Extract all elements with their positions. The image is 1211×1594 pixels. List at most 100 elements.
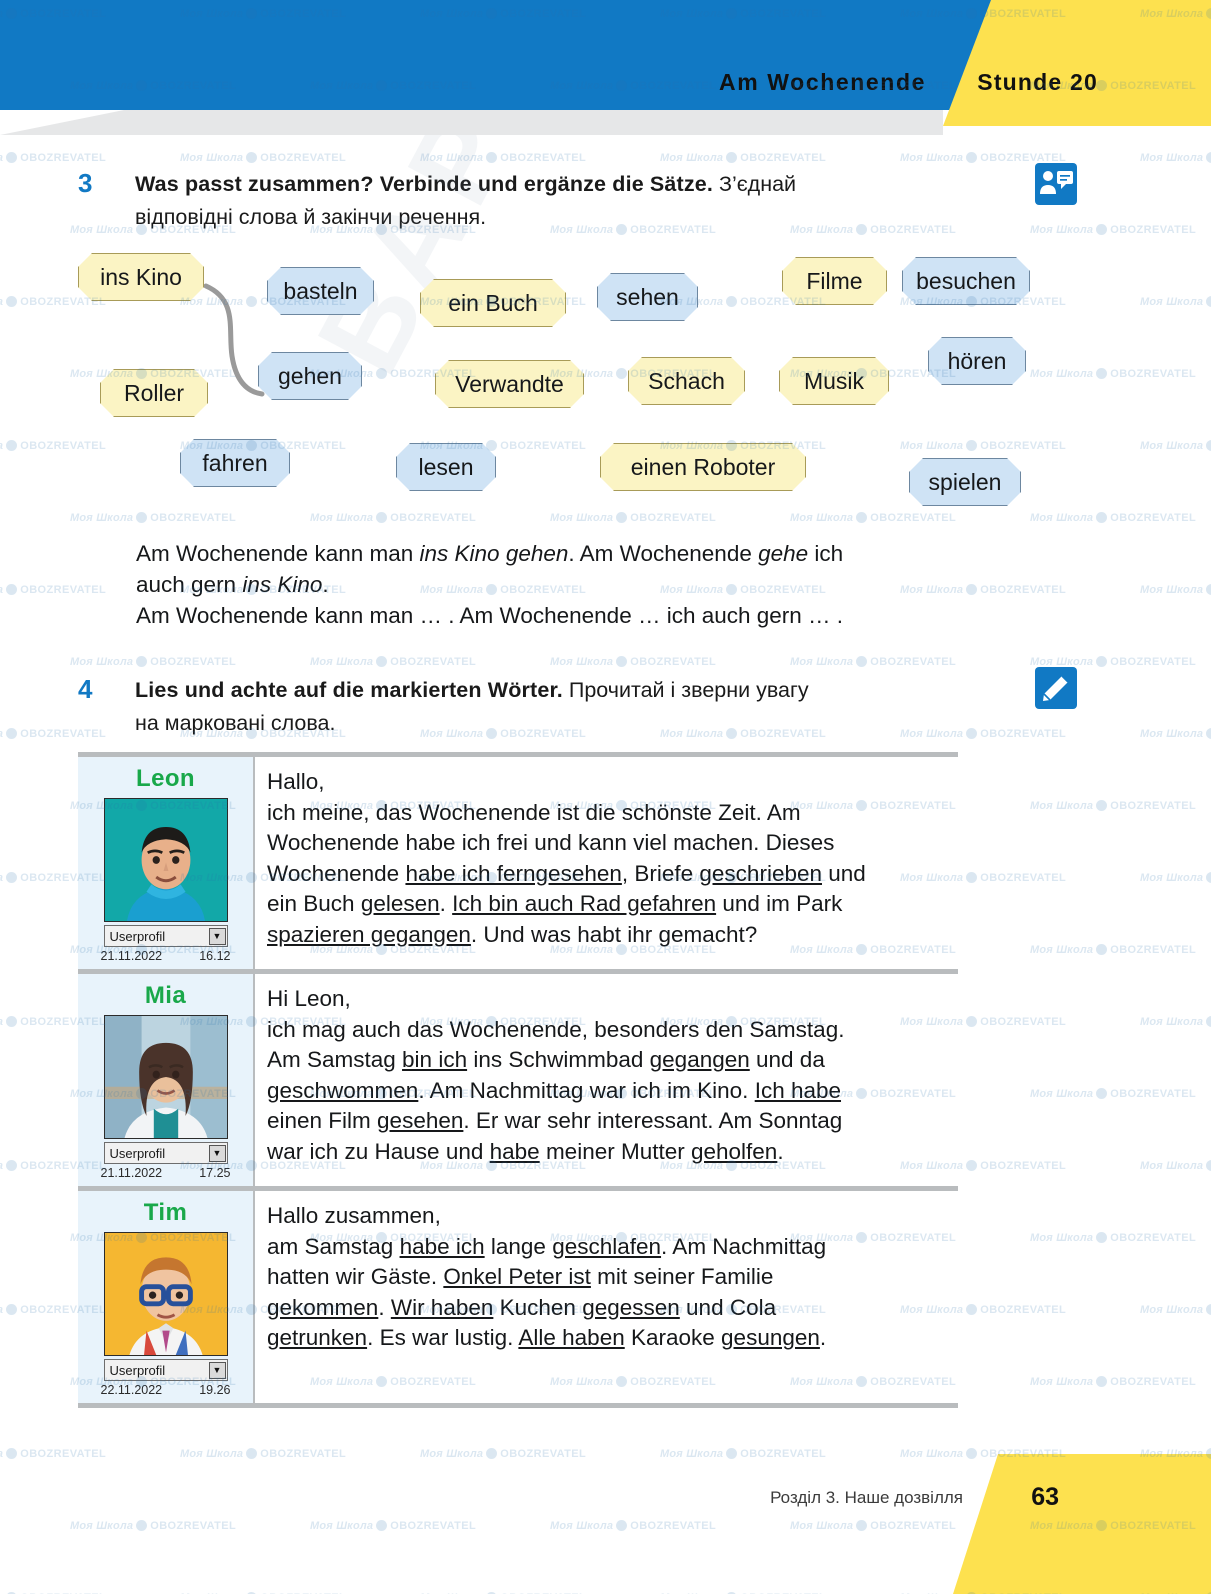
plain-text: ein Buch [267, 891, 361, 916]
pair-speech-icon [1035, 163, 1077, 205]
watermark: Моя ШколаOBOZREVATEL [310, 1520, 477, 1532]
marked-word: getrunken [267, 1325, 368, 1350]
author-name: Leon [136, 765, 195, 792]
watermark: Моя ШколаOBOZREVATEL [180, 1448, 347, 1460]
marked-word: spazieren gegangen [267, 921, 471, 947]
marked-word: geholfen [690, 1138, 778, 1164]
post-author-panel: Tim Userprofil ▼ 22.11.2022 19.26 [78, 1191, 253, 1403]
watermark: Моя ШколаOBOZREVATEL [790, 1520, 957, 1532]
word-box-label: ins Kino [100, 263, 182, 290]
forum-post: Leon Userprofil ▼ 21.11.2022 16.12 Hallo, ich… [78, 752, 958, 969]
post-line: Wochenende habe ich ferngesehen, Briefe … [267, 859, 944, 890]
post-body: Hallo zusammen, am Samstag habe ich lange… [253, 1191, 958, 1403]
word-box-ein-buch[interactable]: ein Buch [420, 279, 566, 327]
marked-word: gesungen [721, 1325, 820, 1350]
plain-text: . Am Nachmittag war ich im Kino. [418, 1077, 755, 1103]
marked-word: habe ich [399, 1233, 485, 1259]
plain-text: Hi Leon, [267, 986, 351, 1011]
plain-text: . [378, 1294, 391, 1320]
post-line: geschwommen. Am Nachmittag war ich im Ki… [267, 1076, 944, 1107]
watermark: Моя ШколаOBOZREVATEL [70, 1520, 237, 1532]
word-box-schach[interactable]: Schach [628, 357, 745, 405]
word-box-fahren[interactable]: fahren [180, 439, 290, 487]
word-box-einen-roboter[interactable]: einen Roboter [600, 443, 806, 491]
word-box-basteln[interactable]: basteln [267, 267, 374, 315]
exercise-4-number: 4 [78, 674, 93, 704]
sentence-1: Am Wochenende kann man ins Kino gehen. A… [136, 541, 844, 566]
userprofil-label: Userprofil [109, 1145, 166, 1161]
word-box-hören[interactable]: hören [928, 337, 1026, 385]
post-line: Am Samstag bin ich ins Schwimmbad gegang… [267, 1045, 944, 1076]
post-date: 22.11.2022 [100, 1383, 163, 1397]
word-box-besuchen[interactable]: besuchen [902, 257, 1030, 305]
word-box-ins-kino[interactable]: ins Kino [78, 253, 204, 301]
word-box-label: lesen [418, 453, 474, 480]
marked-word: gelesen [360, 891, 440, 916]
post-line: gekommen. Wir haben Kuchen gegessen und … [267, 1293, 944, 1324]
chevron-down-icon[interactable]: ▼ [208, 1144, 226, 1162]
word-box-lesen[interactable]: lesen [396, 443, 496, 491]
post-date: 21.11.2022 [100, 949, 163, 963]
word-box-musik[interactable]: Musik [779, 357, 889, 405]
thread-bottom-rule [78, 1403, 958, 1408]
word-box-spielen[interactable]: spielen [909, 458, 1021, 506]
plain-text: . [819, 1325, 827, 1350]
marked-word: gekommen [267, 1294, 379, 1320]
post-body: Hi Leon, ich mag auch das Wochenende, bes… [253, 974, 958, 1186]
post-line: war ich zu Hause und habe meiner Mutter … [267, 1137, 944, 1168]
marked-word: gesehen [377, 1108, 464, 1133]
word-box-filme[interactable]: Filme [782, 257, 887, 305]
watermark: Моя ШколаOBOZREVATEL [1140, 152, 1211, 164]
watermark: Моя ШколаOBOZREVATEL [790, 656, 957, 668]
page-header [0, 0, 1211, 135]
watermark: Моя ШколаOBOZREVATEL [1140, 1160, 1211, 1172]
watermark: Моя ШколаOBOZREVATEL [1140, 728, 1211, 740]
plain-text: am Samstag [267, 1233, 400, 1259]
userprofil-dropdown[interactable]: Userprofil ▼ [103, 1142, 228, 1164]
plain-text: ich mag auch das Wochenende, besonders d… [267, 1016, 845, 1042]
plain-text: Karaoke [624, 1325, 722, 1350]
word-box-label: besuchen [916, 267, 1016, 294]
word-box-roller[interactable]: Roller [100, 369, 208, 417]
chevron-down-icon[interactable]: ▼ [208, 1361, 226, 1379]
watermark: Моя ШколаOBOZREVATEL [1030, 1376, 1197, 1388]
plain-text: hatten wir Gäste. [267, 1264, 444, 1289]
watermark: Моя ШколаOBOZREVATEL [1140, 1304, 1211, 1316]
plain-text: einen Film [267, 1108, 378, 1133]
watermark: Моя ШколаOBOZREVATEL [1030, 1088, 1197, 1100]
plain-text: Hallo, [267, 769, 325, 794]
exercise-3-heading-ua-1: З’єднай [718, 172, 797, 196]
chevron-down-icon[interactable]: ▼ [208, 927, 226, 945]
marked-word: habe [489, 1138, 540, 1164]
sentence-2: auch gern ins Kino. [136, 572, 329, 597]
watermark: Моя ШколаOBOZREVATEL [0, 152, 106, 164]
plain-text: mit seiner Familie [590, 1264, 774, 1289]
post-time: 19.26 [199, 1383, 231, 1397]
watermark: Моя ШколаOBOZREVATEL [660, 152, 827, 164]
post-line: Hi Leon, [267, 984, 944, 1015]
userprofil-dropdown[interactable]: Userprofil ▼ [103, 1359, 228, 1381]
watermark: Моя ШколаOBOZREVATEL [1140, 1016, 1211, 1028]
header-lesson-number: Stunde 20 [977, 69, 1098, 95]
word-box-verwandte[interactable]: Verwandte [435, 360, 584, 408]
word-box-label: sehen [616, 283, 679, 310]
watermark: Моя ШколаOBOZREVATEL [1140, 872, 1211, 884]
post-body: Hallo, ich meine, das Wochenende ist die … [253, 757, 958, 969]
word-box-label: einen Roboter [630, 453, 776, 480]
post-line: ein Buch gelesen. Ich bin auch Rad gefah… [267, 889, 944, 920]
plain-text: Wochenende habe ich frei und kann viel m… [267, 830, 835, 855]
post-line: ich mag auch das Wochenende, besonders d… [267, 1015, 944, 1046]
post-time: 17.25 [199, 1166, 231, 1180]
word-box-label: Musik [803, 367, 865, 394]
avatar [103, 1015, 228, 1139]
userprofil-dropdown[interactable]: Userprofil ▼ [103, 925, 228, 947]
word-box-gehen[interactable]: gehen [258, 352, 362, 400]
post-line: Wochenende habe ich frei und kann viel m… [267, 828, 944, 859]
word-box-sehen[interactable]: sehen [597, 273, 698, 321]
header-unit-title: Am Wochenende [719, 69, 926, 95]
marked-word: Alle haben [518, 1325, 625, 1350]
word-box-label: Schach [648, 367, 725, 394]
exercise-4-heading-ua-2: на марковані слова. [135, 711, 336, 735]
plain-text: und da [749, 1047, 825, 1072]
post-timestamp: 21.11.2022 17.25 [101, 1166, 231, 1180]
